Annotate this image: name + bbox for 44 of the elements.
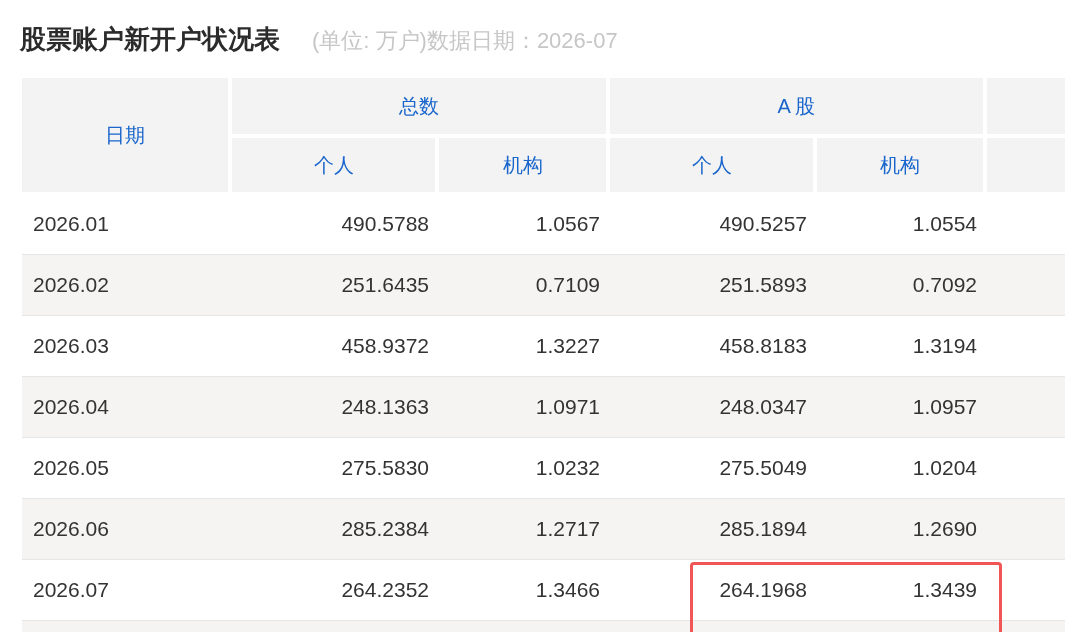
table-cell-text: 1.3466 (534, 577, 601, 603)
table-cell-text: 1.0957 (911, 394, 978, 420)
table-cell-text: 1.0204 (911, 455, 978, 481)
header-cell: 日期 (22, 78, 228, 192)
table-cell-text: 1.3439 (911, 577, 978, 603)
table-cell-text: 264.1968 (718, 577, 808, 603)
table-cell-text: 275.5830 (340, 455, 430, 481)
table-cell-text: 2026.03 (32, 333, 110, 359)
table-cell-text: 1.3194 (911, 333, 978, 359)
table-cell-text: 248.0347 (718, 394, 808, 420)
table-cell-text: 1.2717 (534, 516, 601, 542)
header-cell: 个人 (232, 138, 435, 192)
table-cell-text: 1.0232 (534, 455, 601, 481)
table-cell-text: 285.2384 (340, 516, 430, 542)
header-cell: 总数 (232, 78, 606, 134)
header-cell: 机构 (817, 138, 983, 192)
unit-and-date-note: (单位: 万户)数据日期：2026-07 (312, 27, 618, 55)
table-cell-text: 251.5893 (718, 272, 808, 298)
page-title: 股票账户新开户状况表 (20, 23, 280, 56)
table-cell-text: 490.5788 (340, 211, 430, 237)
table-cell-text: 275.5049 (718, 455, 808, 481)
table-cell-text: 1.2690 (911, 516, 978, 542)
table-cell-text: 1.0554 (911, 211, 978, 237)
table-cell-text: 2026.02 (32, 272, 110, 298)
table-cell-text: 0.7109 (534, 272, 601, 298)
header-cell: 个人 (610, 138, 813, 192)
table-cell-text: 1.3227 (534, 333, 601, 359)
table-cell-text: 251.6435 (340, 272, 430, 298)
header-cell: A 股 (610, 78, 983, 134)
table-cell-text: 2026.04 (32, 394, 110, 420)
table-cell-text: 490.5257 (718, 211, 808, 237)
table-cell-text: 2026.07 (32, 577, 110, 603)
table-cell-text: 264.2352 (340, 577, 430, 603)
table-cell-text: 285.1894 (718, 516, 808, 542)
table-cell-text: 458.9372 (340, 333, 430, 359)
table-cell-text: 2026.06 (32, 516, 110, 542)
table-cell-text: 458.8183 (718, 333, 808, 359)
table-cell-text: 2026.05 (32, 455, 110, 481)
header-cell: 机构 (439, 138, 606, 192)
table-cell-text: 248.1363 (340, 394, 430, 420)
table-cell-text: 1.0567 (534, 211, 601, 237)
table-cell-text: 1.0971 (534, 394, 601, 420)
table-cell-text: 2026.01 (32, 211, 110, 237)
table-cell-text: 0.7092 (911, 272, 978, 298)
